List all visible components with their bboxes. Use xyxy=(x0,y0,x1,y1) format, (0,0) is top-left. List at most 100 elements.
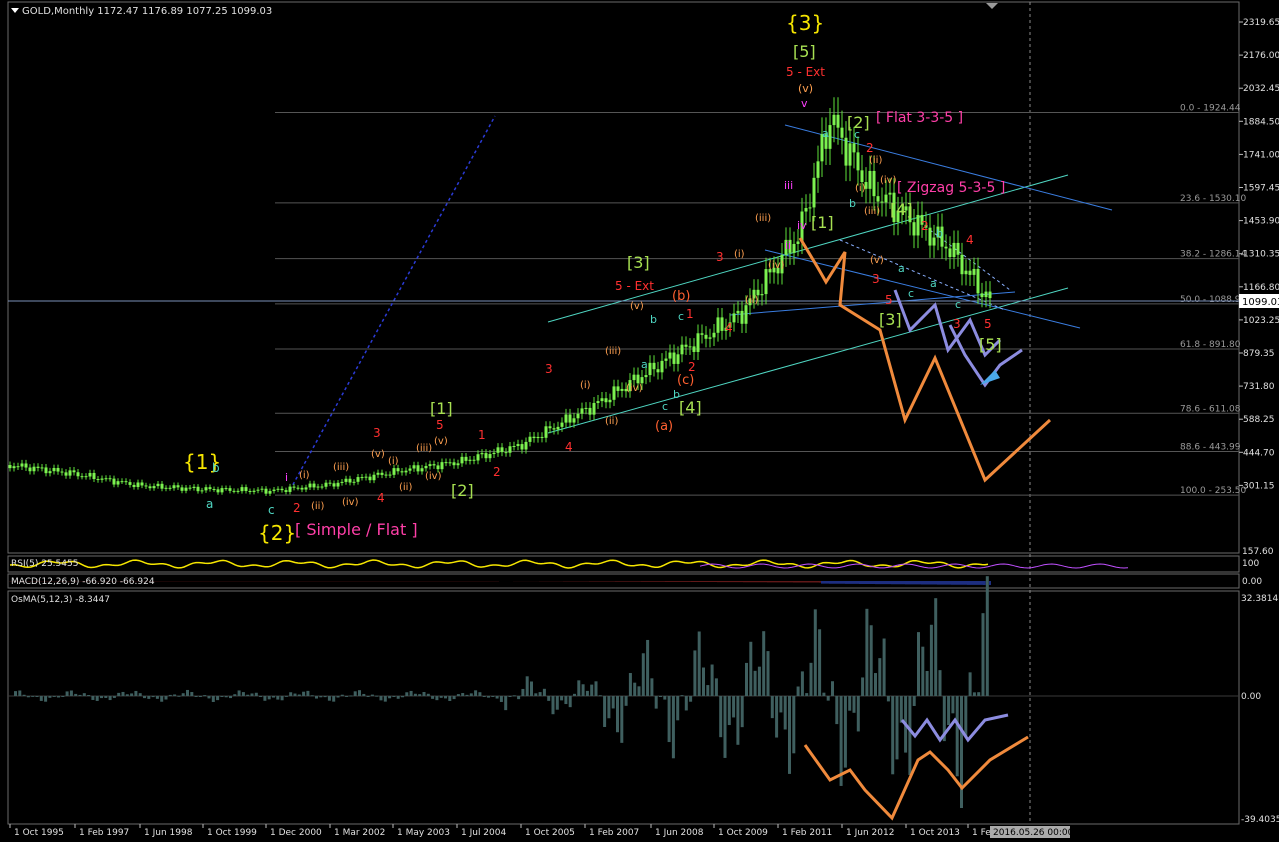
price-candle xyxy=(652,362,656,370)
osma-bar xyxy=(783,696,787,730)
time-axis-label: 1 Jun 2008 xyxy=(655,828,704,838)
price-candle xyxy=(104,478,108,480)
osma-bar xyxy=(564,696,568,705)
price-candle xyxy=(12,466,16,469)
price-candle xyxy=(480,453,484,455)
price-candle xyxy=(944,246,948,249)
osma-axis-bottom: -39.4035 xyxy=(1241,815,1279,825)
osma-bar xyxy=(216,696,220,701)
osma-bar xyxy=(770,696,774,719)
price-candle xyxy=(8,465,12,469)
osma-bar xyxy=(960,696,963,809)
wave-num-4d: 4 xyxy=(966,233,974,247)
osma-bar xyxy=(160,696,164,702)
osma-bar xyxy=(693,650,697,696)
price-candle xyxy=(880,201,884,203)
price-candle xyxy=(180,487,184,491)
price-candle xyxy=(332,483,336,487)
price-candle xyxy=(868,170,872,189)
price-candle xyxy=(512,446,516,448)
osma-bar xyxy=(426,693,430,696)
wave-label-sq3b: [3] xyxy=(879,310,902,329)
osma-bar xyxy=(487,696,490,698)
time-axis-label: 1 Feb 2007 xyxy=(589,828,639,838)
price-candle xyxy=(860,170,864,182)
price-candle xyxy=(196,486,200,492)
price-candle xyxy=(968,270,972,275)
wave-lc-b1: b xyxy=(650,313,657,326)
osma-bar xyxy=(659,696,662,697)
price-candle xyxy=(680,344,684,355)
osma-bar xyxy=(848,696,852,711)
price-candle xyxy=(692,346,696,352)
osma-bar xyxy=(560,696,564,701)
price-candle xyxy=(412,465,416,469)
osma-bar xyxy=(641,653,645,696)
price-candle xyxy=(280,488,284,491)
wave-rom-iii-3: (iii) xyxy=(605,346,621,357)
osma-bar xyxy=(478,692,482,696)
osma-bar xyxy=(732,696,736,718)
price-candle xyxy=(504,452,508,454)
osma-bar xyxy=(831,681,834,696)
price-candle xyxy=(60,471,64,473)
osma-bar xyxy=(310,695,314,697)
price-axis-label: 1884.50 xyxy=(1243,117,1279,127)
osma-bar xyxy=(899,696,903,723)
wave-lc-c1: c xyxy=(662,400,668,413)
osma-bar xyxy=(302,691,306,696)
wave-num-3d: 3 xyxy=(872,272,880,286)
osma-bar xyxy=(323,696,327,698)
time-axis-label: 1 Jul 2004 xyxy=(461,828,506,838)
price-candle xyxy=(380,472,384,475)
wave-rom-iii-5: (iii) xyxy=(864,206,880,217)
osma-bar xyxy=(413,693,417,696)
price-candle xyxy=(116,481,120,485)
price-candle xyxy=(912,222,916,236)
price-candle xyxy=(616,386,620,391)
price-candle xyxy=(356,477,360,482)
price-candle xyxy=(92,472,96,480)
price-candle xyxy=(368,476,372,481)
price-candle xyxy=(976,268,980,294)
price-candle xyxy=(144,485,148,487)
price-candle xyxy=(972,268,976,275)
osma-bar xyxy=(766,651,770,696)
price-candle xyxy=(664,358,668,361)
osma-bar xyxy=(547,696,551,701)
price-candle xyxy=(632,374,636,381)
osma-bar xyxy=(874,673,877,696)
price-candle xyxy=(596,401,600,404)
chart-window[interactable]: 0.0 - 1924.44 23.6 - 1530.10 38.2 - 1286.1… xyxy=(0,0,1279,838)
osma-bar xyxy=(138,693,142,696)
price-candle xyxy=(684,344,688,347)
wave-label-a: (a) xyxy=(655,419,673,434)
fib-label: 50.0 - 1088.97 xyxy=(1180,295,1246,305)
fib-label: 0.0 - 1924.44 xyxy=(1180,104,1241,114)
price-candle xyxy=(300,487,304,490)
price-candle xyxy=(40,467,44,469)
time-axis-label: 1 Oct 1999 xyxy=(207,828,257,838)
osma-bar xyxy=(856,696,860,732)
price-candle xyxy=(884,194,888,203)
price-candle xyxy=(472,459,476,461)
price-candle xyxy=(536,436,540,439)
price-axis-label: 1023.25 xyxy=(1243,316,1279,326)
price-candle xyxy=(388,474,392,476)
price-candle xyxy=(404,470,408,473)
osma-bar xyxy=(594,681,598,696)
wave-rom-iv-1: (iv) xyxy=(342,497,359,508)
wave-lc-a2: a xyxy=(822,127,829,140)
price-candle xyxy=(244,487,248,492)
osma-bar xyxy=(211,696,215,702)
wave-rom-v-5: (v) xyxy=(870,255,884,266)
time-cursor-value: 2016.05.26 00:00 xyxy=(993,828,1074,838)
price-candle xyxy=(32,466,36,472)
price-candle xyxy=(316,486,320,488)
osma-bar xyxy=(611,696,615,709)
chart-canvas[interactable]: 0.0 - 1924.44 23.6 - 1530.10 38.2 - 1286.1… xyxy=(0,0,1279,838)
wave-num-4a: 4 xyxy=(377,491,385,505)
price-candle xyxy=(604,398,608,403)
osma-bar xyxy=(637,686,641,696)
osma-bar xyxy=(482,696,486,697)
